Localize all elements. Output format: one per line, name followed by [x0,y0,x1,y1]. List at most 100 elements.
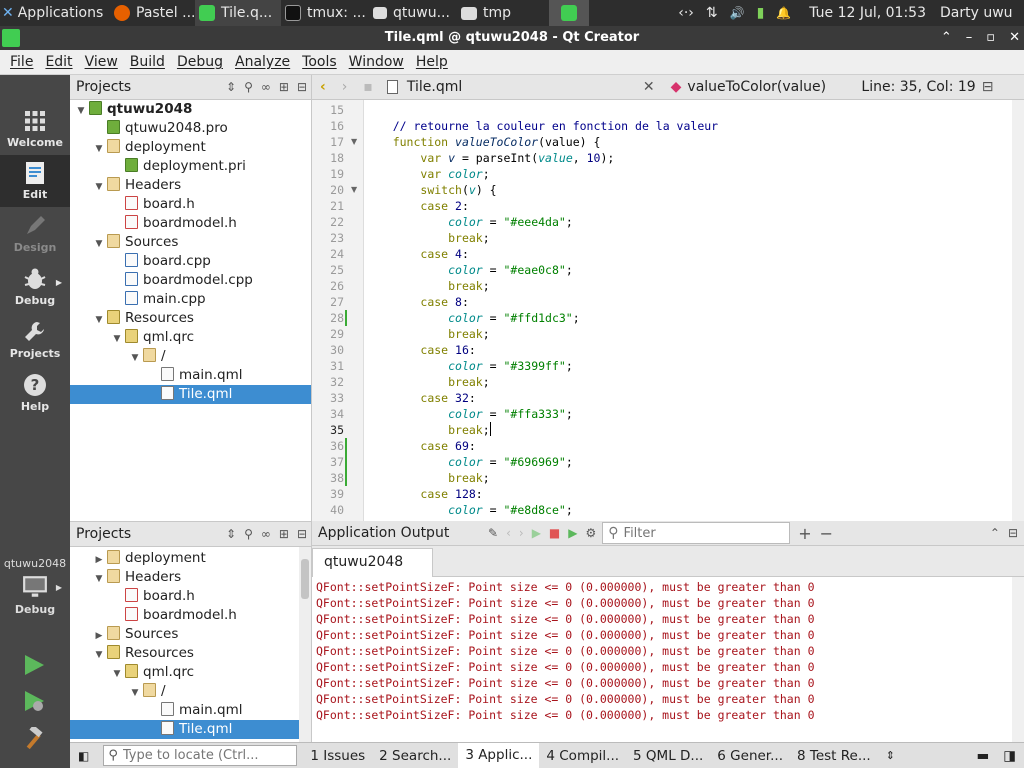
fold-arrow-icon[interactable]: ▼ [351,137,357,146]
tree-item[interactable]: boardmodel.h [70,214,311,233]
output-pane-button[interactable]: 3 Applic... [458,743,540,768]
applications-menu[interactable]: ✕ Applications ⋮ [0,0,110,26]
stop-icon[interactable]: ■ [549,526,560,540]
locator-input[interactable] [122,748,283,763]
close-pane-icon[interactable]: ⊟ [297,80,307,94]
updown-icon[interactable]: ⇕ [226,80,236,94]
code-line[interactable]: case 128: [365,486,482,502]
zoom-out-icon[interactable]: − [820,524,833,543]
output-pane-button[interactable]: 4 Compil... [539,748,626,764]
tree-item[interactable]: ▼ qml.qrc [70,663,311,682]
code-line[interactable]: break; [365,374,490,390]
mode-debug[interactable]: Debug ▶ [0,261,70,313]
tree-item[interactable]: ▼ Resources [70,644,311,663]
tree-scrollbar-thumb[interactable] [301,559,309,599]
user-name[interactable]: Darty uwu [936,0,1024,26]
tree-item[interactable]: ▶ Sources [70,625,311,644]
locator[interactable]: ⚲ [103,745,298,766]
run-button[interactable] [22,653,46,681]
output-scrollbar[interactable] [1012,577,1024,742]
code-line[interactable]: var v = parseInt(value, 10); [365,150,614,166]
code-line[interactable]: case 2: [365,198,469,214]
code-line[interactable]: case 32: [365,390,475,406]
network-icon[interactable]: ‹·› [678,5,694,21]
battery-icon[interactable]: ▮ [757,5,765,21]
close-pane-icon[interactable]: ⊟ [297,527,307,541]
minimize-window-button[interactable]: – [966,26,973,50]
shade-window-button[interactable]: ⌃ [941,26,952,50]
tree-item[interactable]: main.qml [70,701,311,720]
tree-scrollbar[interactable] [299,547,311,743]
symbol-combo[interactable]: valueToColor(value) [687,79,857,95]
code-line[interactable]: case 4: [365,246,469,262]
tree-item[interactable]: ▼ qtuwu2048 [70,100,311,119]
tree-item[interactable]: boardmodel.cpp [70,271,311,290]
debug-run-button[interactable] [22,689,46,717]
menu-tools[interactable]: Tools [296,54,343,70]
toggle-sidebar-icon[interactable]: ◧ [70,749,97,763]
attach-debugger-icon[interactable]: ▶ [568,526,577,540]
tree-item[interactable]: Tile.qml [70,720,311,739]
code-line[interactable]: case 8: [365,294,469,310]
link-icon[interactable]: ∞ [261,527,271,541]
menu-window[interactable]: Window [343,54,410,70]
tree-item[interactable]: main.qml [70,366,311,385]
task-pastel[interactable]: Pastel ... [110,0,195,26]
output-filter[interactable]: ⚲ [602,522,791,544]
toggle-output-icon[interactable]: ◨ [995,748,1024,764]
maximize-window-button[interactable]: ▫ [986,26,995,50]
mode-projects[interactable]: Projects [0,314,70,366]
updown-icon[interactable]: ⇕ [226,527,236,541]
output-text[interactable]: QFont::setPointSizeF: Point size <= 0 (0… [312,577,1024,723]
code-line[interactable]: color = "#e8d8ce"; [365,502,573,518]
tree-item[interactable]: qtuwu2048.pro [70,119,311,138]
filter-icon[interactable]: ⚲ [244,527,253,541]
output-pane-button[interactable]: 5 QML D... [626,748,710,764]
clean-icon[interactable]: ✎ [488,526,498,540]
code-area[interactable]: // retourne la couleur en fonction de la… [365,100,1024,521]
mode-welcome[interactable]: Welcome [0,103,70,155]
menu-debug[interactable]: Debug [171,54,229,70]
progress-details-icon[interactable]: ▬ [970,748,995,764]
next-icon[interactable]: › [519,526,524,540]
split-icon[interactable]: ⊞ [279,527,289,541]
code-line[interactable]: color = "#eae0c8"; [365,262,573,278]
code-line[interactable]: break; [365,326,490,342]
back-arrow-icon[interactable]: ‹ [320,79,326,95]
kit-selector[interactable]: qtuwu2048 Debug ▶ [0,557,70,616]
volume-icon[interactable]: 🔊 [730,6,745,20]
code-line[interactable]: break; [365,278,490,294]
menu-edit[interactable]: Edit [39,54,78,70]
code-line[interactable]: break; [365,422,491,438]
tree-item[interactable]: ▼ Resources [70,309,311,328]
menu-analyze[interactable]: Analyze [229,54,296,70]
tree-item[interactable]: ▼ qml.qrc [70,328,311,347]
task-tile-qml[interactable]: Tile.q... [195,0,281,26]
tree-item[interactable]: board.h [70,195,311,214]
tree-item[interactable]: ▼ Headers [70,176,311,195]
tree-item[interactable]: ▼ / [70,347,311,366]
split-editor-icon[interactable]: ⊟ [982,79,994,95]
output-pane-button[interactable]: 2 Search... [372,748,458,764]
notification-icon[interactable]: 🔔 [776,6,791,20]
clock[interactable]: Tue 12 Jul, 01:53 [805,0,936,26]
split-icon[interactable]: ⊞ [279,80,289,94]
close-document-icon[interactable]: ✕ [643,79,655,95]
code-line[interactable]: case 16: [365,342,475,358]
code-line[interactable]: function valueToColor(value) { [365,134,601,150]
menu-help[interactable]: Help [410,54,454,70]
filter-input[interactable] [623,525,774,541]
code-line[interactable]: color = "#ffa333"; [365,406,573,422]
code-line[interactable]: break; [365,230,490,246]
build-button[interactable] [22,724,46,755]
line-col-indicator[interactable]: Line: 35, Col: 19 [861,79,975,95]
forward-arrow-icon[interactable]: › [342,79,348,95]
code-line[interactable]: color = "#ffd1dc3"; [365,310,580,326]
tree-item[interactable]: board.cpp [70,252,311,271]
code-line[interactable]: color = "#eee4da"; [365,214,573,230]
output-tab-qtuwu2048[interactable]: qtuwu2048 [312,548,433,577]
output-pane-button[interactable]: 6 Gener... [710,748,790,764]
tree-item[interactable]: deployment.pri [70,157,311,176]
menu-file[interactable]: File [4,54,39,70]
tree-item[interactable]: ▼ deployment [70,138,311,157]
